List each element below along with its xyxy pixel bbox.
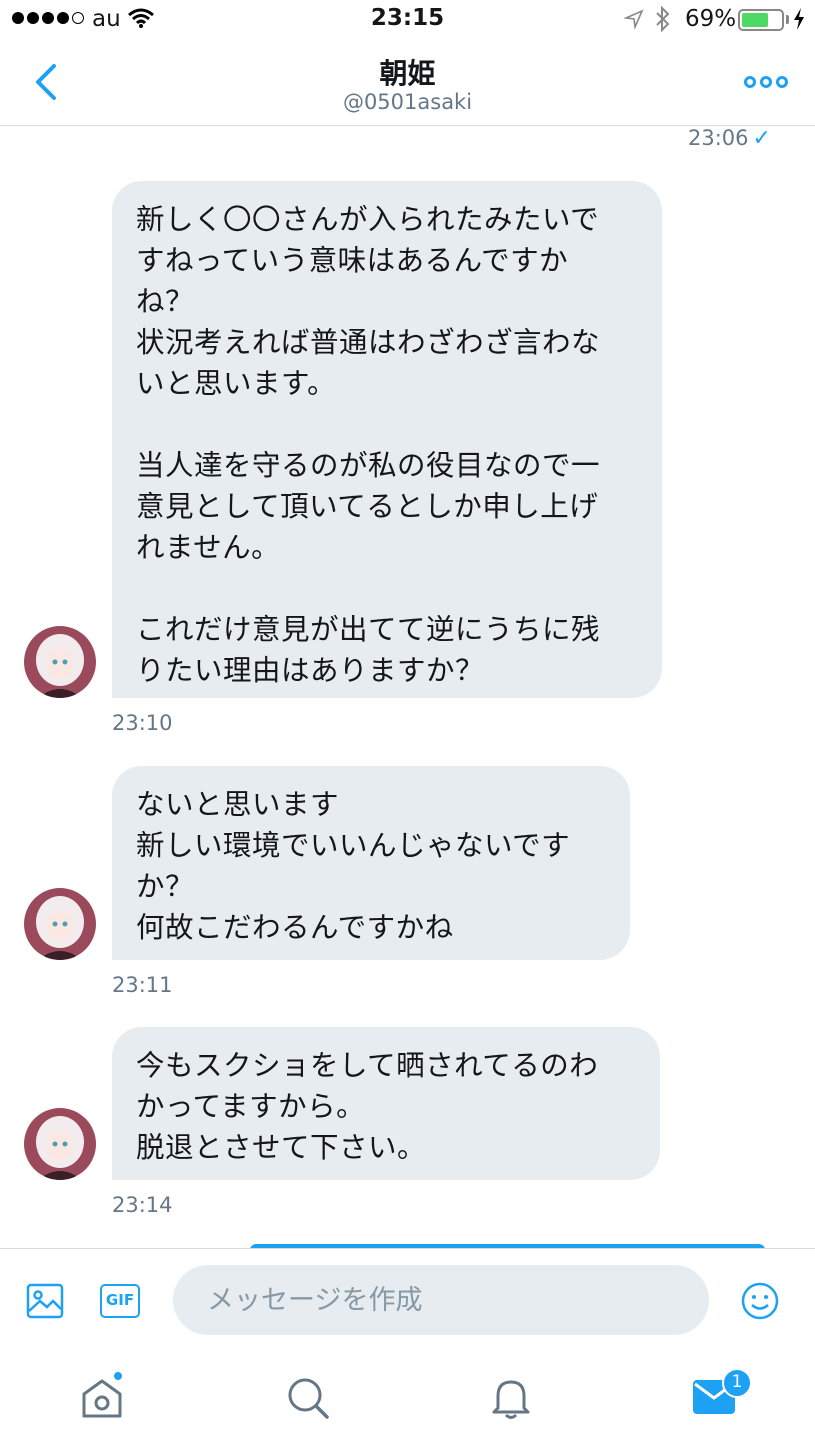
message-timestamp: 23:11	[112, 973, 173, 997]
message-bubble[interactable]: 今もスクショをして晒されてるのわ かってますから。 脱退とさせて下さい。	[112, 1027, 660, 1180]
battery-level-fill	[742, 13, 769, 27]
emoji-icon[interactable]	[740, 1281, 780, 1321]
conversation-handle: @0501asaki	[342, 90, 473, 114]
home-unread-dot	[112, 1370, 124, 1382]
location-arrow-icon	[624, 9, 644, 29]
message-timestamp: 23:14	[112, 1193, 173, 1217]
sent-message-timestamp: 23:06 ✓	[688, 126, 771, 151]
home-icon[interactable]	[80, 1376, 124, 1420]
conversation-header: 朝姫 @0501asaki	[0, 40, 815, 126]
conversation-title: 朝姫	[379, 57, 436, 90]
message-composer: GIF	[0, 1248, 815, 1348]
photo-icon[interactable]	[26, 1283, 64, 1319]
message-input[interactable]	[173, 1265, 709, 1335]
sender-avatar[interactable]	[24, 626, 96, 698]
status-bar: au 23:15 69%	[0, 0, 815, 40]
notifications-bell-icon[interactable]	[490, 1376, 532, 1420]
battery-icon	[738, 9, 784, 31]
read-check-icon: ✓	[752, 126, 771, 151]
sender-avatar[interactable]	[24, 1108, 96, 1180]
charging-bolt-icon	[794, 8, 804, 30]
battery-cap	[786, 15, 789, 24]
bottom-tab-bar: 1	[0, 1348, 815, 1448]
sender-avatar[interactable]	[24, 888, 96, 960]
more-options-icon[interactable]	[744, 72, 792, 92]
messages-badge: 1	[722, 1368, 752, 1398]
bluetooth-icon	[656, 6, 670, 32]
message-timestamp: 23:10	[112, 711, 173, 735]
search-icon[interactable]	[286, 1376, 330, 1420]
message-bubble[interactable]: 新しく〇〇さんが入られたみたいで すねっていう意味はあるんですか ね？ 状況考え…	[112, 181, 662, 698]
battery-percentage: 69%	[685, 6, 737, 32]
gif-button[interactable]: GIF	[100, 1284, 140, 1318]
message-bubble[interactable]: ないと思います 新しい環境でいいんじゃないです か？ 何故こだわるんですかね	[112, 766, 630, 960]
